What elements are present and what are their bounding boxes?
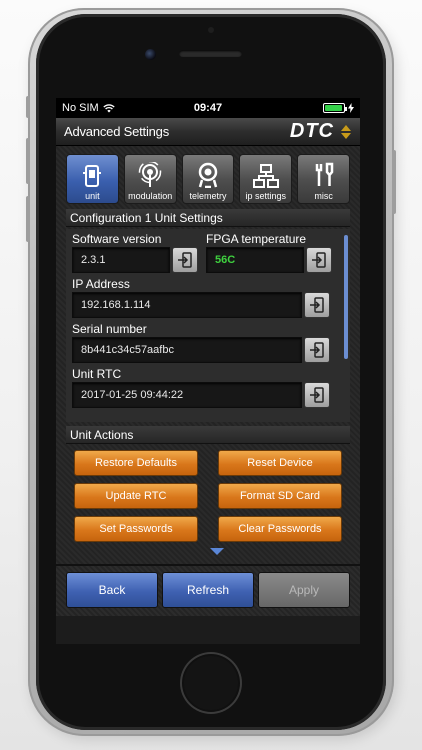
back-button[interactable]: Back bbox=[66, 572, 158, 608]
unit-rtc-copy-button[interactable] bbox=[304, 382, 330, 408]
tab-modulation[interactable]: modulation bbox=[123, 154, 177, 204]
ip-address-label: IP Address bbox=[72, 277, 130, 291]
refresh-button[interactable]: Refresh bbox=[162, 572, 254, 608]
fpga-temperature-group: FPGA temperature 56C bbox=[206, 232, 334, 277]
software-version-label: Software version bbox=[72, 232, 162, 246]
tab-label: unit bbox=[85, 191, 100, 201]
fpga-temperature-label: FPGA temperature bbox=[206, 232, 307, 246]
tab-label: telemetry bbox=[189, 191, 227, 201]
tab-unit[interactable]: unit bbox=[66, 154, 119, 204]
page-title: Advanced Settings bbox=[64, 124, 170, 139]
unit-actions-heading: Unit Actions bbox=[66, 426, 350, 444]
antenna-icon bbox=[138, 162, 162, 187]
tab-ip-settings[interactable]: ip settings bbox=[239, 154, 293, 204]
unit-settings-panel: Software version 2.3.1 FPGA temperature … bbox=[66, 229, 350, 422]
unit-actions-panel: Restore Defaults Reset Device Update RTC… bbox=[66, 444, 350, 556]
fpga-temperature-copy-button[interactable] bbox=[306, 247, 332, 273]
tools-icon bbox=[315, 162, 333, 186]
serial-number-copy-button[interactable] bbox=[304, 337, 330, 363]
earpiece-speaker bbox=[179, 50, 242, 57]
export-icon bbox=[310, 342, 324, 358]
home-button[interactable] bbox=[180, 652, 242, 714]
front-camera bbox=[145, 49, 156, 60]
clear-passwords-button[interactable]: Clear Passwords bbox=[218, 516, 342, 542]
app-screen: No SIM 09:47 Advanced Settings DTC unit bbox=[56, 98, 360, 644]
software-version-group: Software version 2.3.1 bbox=[72, 232, 200, 277]
tab-label: modulation bbox=[128, 191, 173, 201]
restore-defaults-button[interactable]: Restore Defaults bbox=[74, 450, 198, 476]
arrow-up-icon[interactable] bbox=[341, 124, 351, 131]
software-version-field: 2.3.1 bbox=[72, 247, 170, 273]
ip-address-copy-button[interactable] bbox=[304, 292, 330, 318]
tab-bar: unit modulation telemetry ip settings mi… bbox=[66, 154, 350, 204]
proximity-sensor bbox=[208, 27, 214, 33]
telemetry-icon bbox=[198, 162, 218, 188]
format-sd-card-button[interactable]: Format SD Card bbox=[218, 483, 342, 509]
update-rtc-button[interactable]: Update RTC bbox=[74, 483, 198, 509]
fpga-temperature-field: 56C bbox=[206, 247, 304, 273]
serial-number-field: 8b441c34c57aafbc bbox=[72, 337, 302, 363]
power-button bbox=[392, 150, 396, 214]
unit-icon bbox=[83, 165, 102, 187]
set-passwords-button[interactable]: Set Passwords bbox=[74, 516, 198, 542]
software-version-copy-button[interactable] bbox=[172, 247, 198, 273]
mute-switch bbox=[26, 96, 30, 118]
main-content: unit modulation telemetry ip settings mi… bbox=[56, 146, 360, 564]
tab-label: misc bbox=[314, 191, 333, 201]
title-bar: Advanced Settings DTC bbox=[56, 118, 360, 146]
tab-telemetry[interactable]: telemetry bbox=[181, 154, 235, 204]
config-switcher[interactable] bbox=[340, 124, 352, 139]
battery-fill bbox=[325, 105, 343, 111]
export-icon bbox=[178, 252, 192, 268]
apply-button[interactable]: Apply bbox=[258, 572, 350, 608]
tab-misc[interactable]: misc bbox=[297, 154, 350, 204]
status-bar: No SIM 09:47 bbox=[56, 98, 360, 118]
tab-label: ip settings bbox=[245, 191, 287, 201]
volume-up-button bbox=[26, 138, 30, 184]
unit-rtc-field: 2017-01-25 09:44:22 bbox=[72, 382, 302, 408]
scrollbar[interactable] bbox=[344, 235, 348, 359]
ip-address-field: 192.168.1.114 bbox=[72, 292, 302, 318]
export-icon bbox=[310, 387, 324, 403]
export-icon bbox=[312, 252, 326, 268]
network-icon bbox=[252, 164, 279, 188]
serial-number-label: Serial number bbox=[72, 322, 147, 336]
config-section-heading: Configuration 1 Unit Settings bbox=[66, 209, 350, 227]
clock: 09:47 bbox=[193, 102, 223, 114]
unit-rtc-label: Unit RTC bbox=[72, 367, 122, 381]
battery-icon bbox=[323, 103, 347, 113]
dtc-logo: DTC bbox=[289, 120, 334, 142]
scroll-more-indicator-icon bbox=[210, 548, 224, 555]
arrow-down-icon[interactable] bbox=[341, 132, 351, 139]
export-icon bbox=[310, 297, 324, 313]
reset-device-button[interactable]: Reset Device bbox=[218, 450, 342, 476]
bottom-toolbar: Back Refresh Apply bbox=[56, 564, 360, 616]
volume-down-button bbox=[26, 196, 30, 242]
